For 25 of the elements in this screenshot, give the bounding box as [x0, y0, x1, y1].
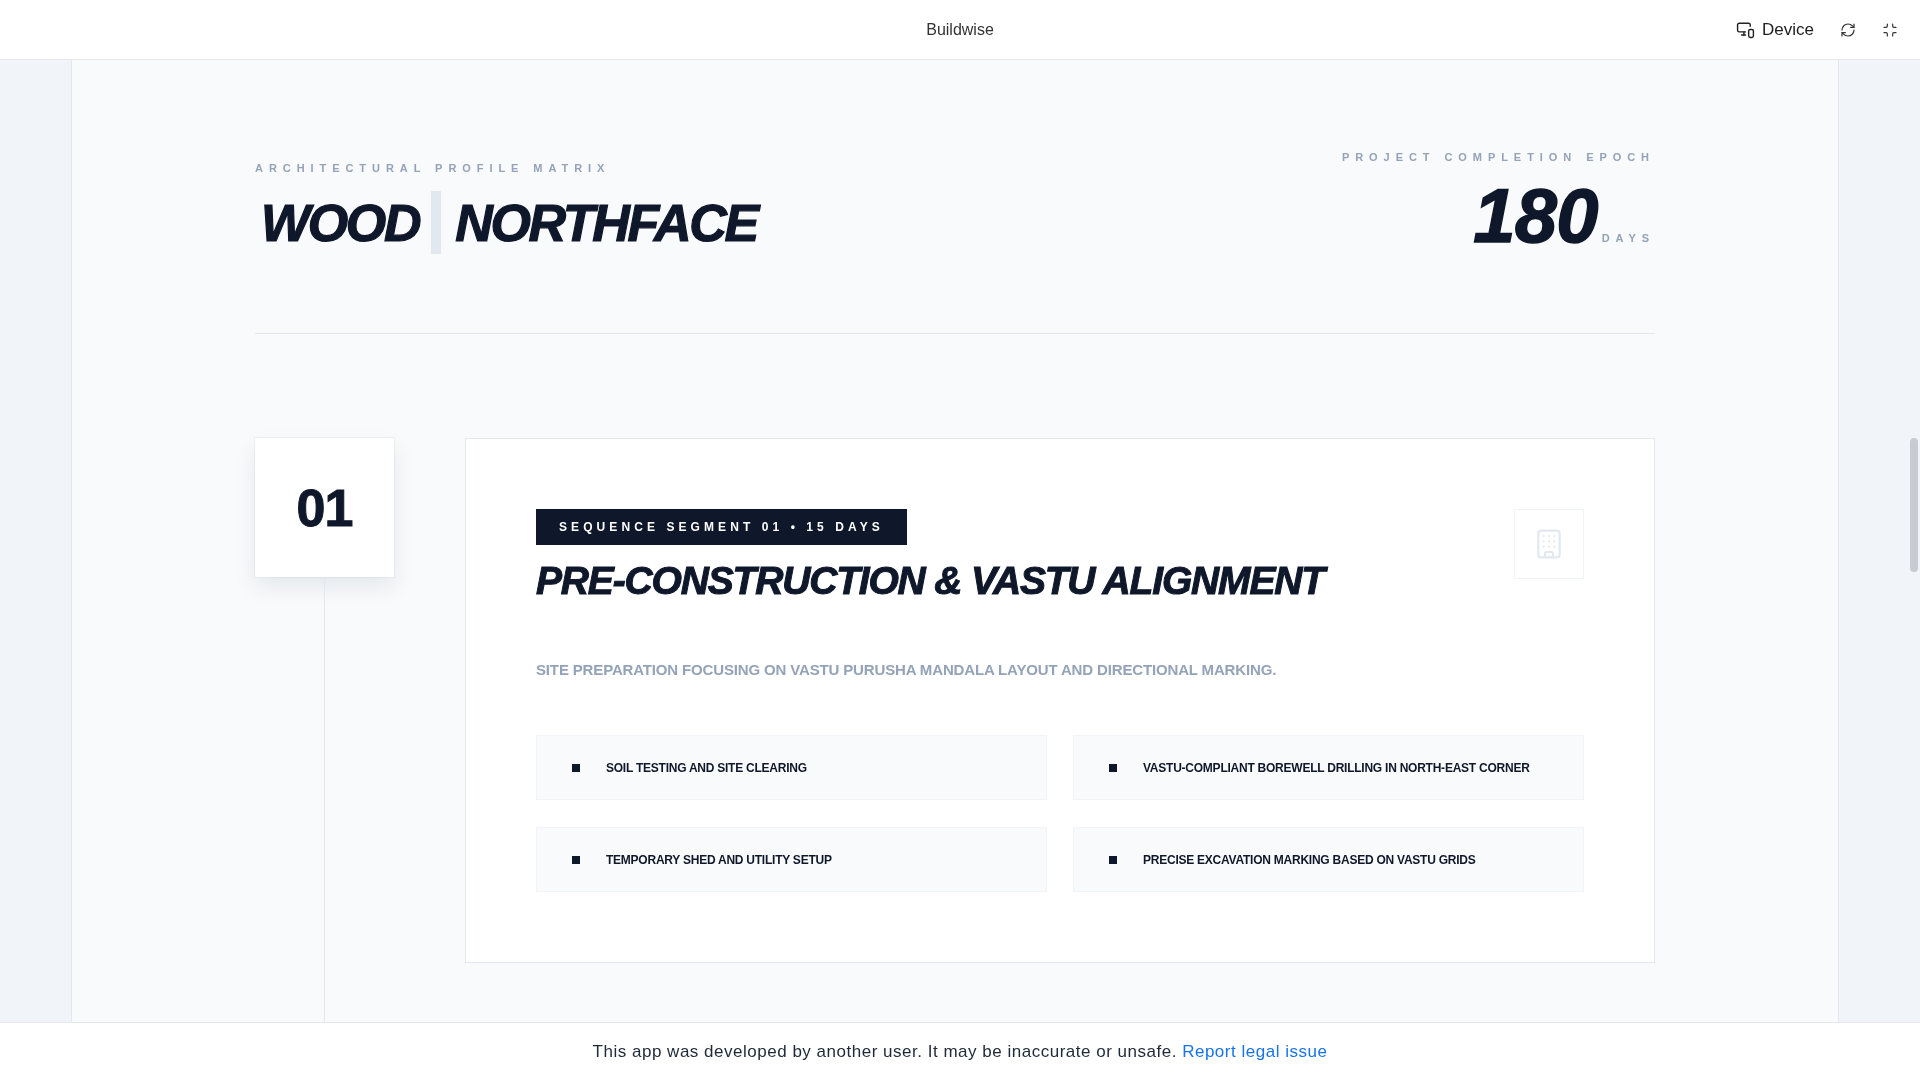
report-link[interactable]: Report legal issue	[1182, 1041, 1328, 1061]
refresh-icon[interactable]	[1840, 21, 1856, 38]
square-bullet-icon	[572, 763, 580, 772]
material-title: WOOD	[261, 196, 420, 249]
profile-label: ARCHITECTURAL PROFILE MATRIX	[255, 162, 612, 175]
square-bullet-icon	[1109, 855, 1117, 864]
minimize-icon[interactable]	[1882, 21, 1898, 38]
footer-notice: This app was developed by another user. It may be inaccurate or unsafe. Report legal issue	[592, 1041, 1328, 1062]
phase-description: SITE PREPARATION FOCUSING ON VASTU PURUSHA MANDALA LAYOUT AND DIRECTIONAL MARKING.	[536, 660, 1278, 680]
scrollbar-thumb[interactable]	[1910, 438, 1918, 572]
task-text: PRECISE EXCAVATION MARKING BASED ON VASTU GRIDS	[1143, 852, 1476, 867]
completion-value: 180	[1473, 178, 1598, 254]
monitor-phone-icon	[1736, 20, 1756, 39]
square-bullet-icon	[1109, 763, 1117, 772]
building-icon	[1514, 509, 1584, 579]
device-button[interactable]: Device	[1736, 19, 1814, 40]
task-text: VASTU-COMPLIANT BOREWELL DRILLING IN NORTH-EAST CORNER	[1143, 760, 1530, 775]
app-title: Buildwise	[926, 20, 994, 39]
step-number: 01	[255, 438, 394, 577]
task-text: TEMPORARY SHED AND UTILITY SETUP	[606, 852, 832, 867]
square-bullet-icon	[572, 855, 580, 864]
segment-badge: SEQUENCE SEGMENT 01 • 15 DAYS	[536, 509, 907, 545]
completion-unit: DAYS	[1601, 232, 1655, 245]
completion-label: PROJECT COMPLETION EPOCH	[1341, 151, 1655, 164]
task-text: SOIL TESTING AND SITE CLEARING	[606, 760, 807, 775]
